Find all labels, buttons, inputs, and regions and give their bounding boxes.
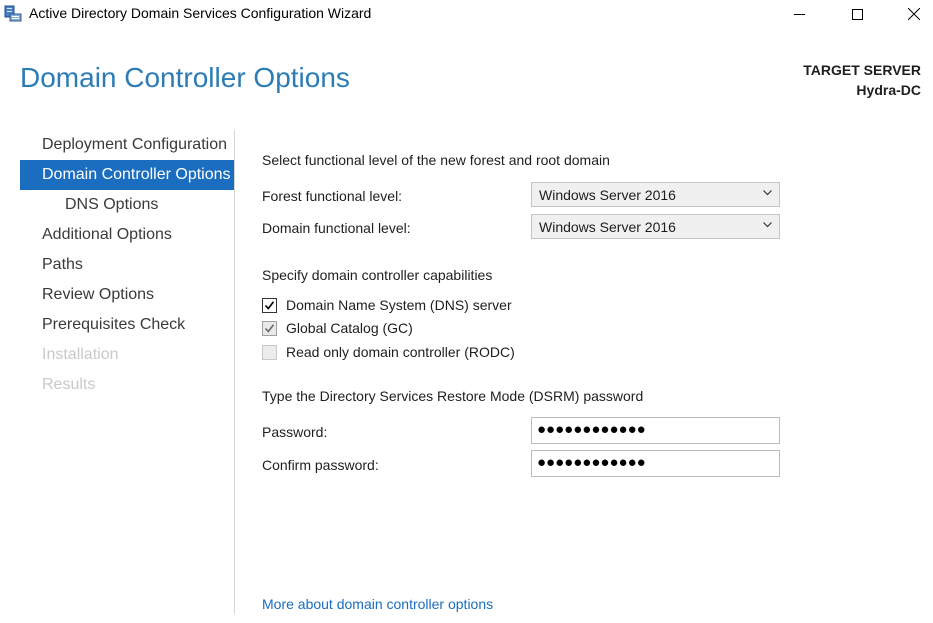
nav-item-additional-options[interactable]: Additional Options: [20, 220, 234, 250]
domain-level-value: Windows Server 2016: [539, 219, 676, 235]
rodc-checkbox[interactable]: [262, 345, 277, 360]
global-catalog-label: Global Catalog (GC): [286, 320, 413, 336]
password-label: Password:: [262, 424, 328, 440]
more-about-dc-options-link[interactable]: More about domain controller options: [262, 596, 493, 612]
nav-divider: [234, 130, 235, 614]
close-icon: [908, 8, 920, 20]
global-catalog-checkbox[interactable]: [262, 321, 277, 336]
functional-level-heading: Select functional level of the new fores…: [262, 152, 610, 168]
password-value: ●●●●●●●●●●●●: [537, 421, 646, 438]
rodc-label: Read only domain controller (RODC): [286, 344, 515, 360]
confirm-password-field[interactable]: ●●●●●●●●●●●●: [531, 450, 780, 477]
minimize-button[interactable]: [776, 0, 822, 28]
dsrm-heading: Type the Directory Services Restore Mode…: [262, 388, 644, 404]
nav-item-domain-controller-options[interactable]: Domain Controller Options: [20, 160, 234, 190]
capabilities-heading: Specify domain controller capabilities: [262, 267, 493, 283]
domain-level-select[interactable]: Windows Server 2016: [531, 214, 780, 239]
nav-item-dns-options[interactable]: DNS Options: [20, 190, 234, 220]
password-field[interactable]: ●●●●●●●●●●●●: [531, 417, 780, 444]
wizard-steps-nav: Deployment Configuration Domain Controll…: [20, 130, 234, 400]
maximize-button[interactable]: [834, 0, 880, 28]
checkmark-icon: [264, 301, 275, 310]
title-bar: Active Directory Domain Services Configu…: [0, 0, 933, 28]
page-title: Domain Controller Options: [20, 62, 350, 93]
close-button[interactable]: [891, 0, 933, 28]
chevron-down-icon: [763, 190, 772, 196]
forest-level-value: Windows Server 2016: [539, 187, 676, 203]
confirm-password-value: ●●●●●●●●●●●●: [537, 454, 646, 471]
confirm-password-label: Confirm password:: [262, 457, 379, 473]
nav-item-prerequisites-check[interactable]: Prerequisites Check: [20, 310, 234, 340]
chevron-down-icon: [763, 222, 772, 228]
minimize-icon: [793, 13, 805, 15]
target-server-label: TARGET SERVER: [803, 62, 921, 78]
nav-item-results: Results: [42, 376, 96, 393]
maximize-icon: [851, 8, 863, 20]
window-title: Active Directory Domain Services Configu…: [29, 5, 372, 21]
domain-level-label: Domain functional level:: [262, 220, 411, 236]
nav-item-deployment-configuration[interactable]: Deployment Configuration: [20, 130, 234, 160]
nav-item-paths[interactable]: Paths: [20, 250, 234, 280]
checkmark-icon: [264, 324, 275, 333]
forest-level-select[interactable]: Windows Server 2016: [531, 182, 780, 207]
dns-server-label: Domain Name System (DNS) server: [286, 297, 512, 313]
forest-level-label: Forest functional level:: [262, 188, 403, 204]
dns-server-checkbox[interactable]: [262, 298, 277, 313]
target-server-name: Hydra-DC: [856, 82, 921, 98]
nav-item-review-options[interactable]: Review Options: [20, 280, 234, 310]
server-app-icon: [4, 5, 22, 22]
nav-item-installation: Installation: [42, 346, 119, 363]
